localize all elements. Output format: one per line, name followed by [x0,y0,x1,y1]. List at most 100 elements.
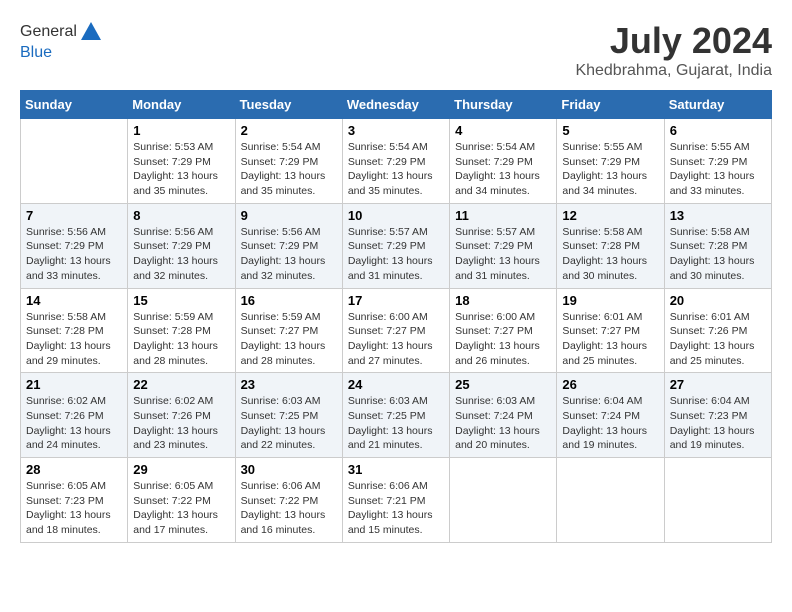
calendar-cell: 21 Sunrise: 6:02 AM Sunset: 7:26 PM Dayli… [21,373,128,458]
weekday-header: Wednesday [342,91,449,119]
day-number: 9 [241,208,337,223]
day-number: 2 [241,123,337,138]
calendar-cell: 5 Sunrise: 5:55 AM Sunset: 7:29 PM Daylig… [557,119,664,204]
calendar-cell: 9 Sunrise: 5:56 AM Sunset: 7:29 PM Daylig… [235,203,342,288]
day-info: Sunrise: 6:02 AM Sunset: 7:26 PM Dayligh… [133,394,229,453]
day-number: 28 [26,462,122,477]
calendar-cell: 18 Sunrise: 6:00 AM Sunset: 7:27 PM Dayli… [450,288,557,373]
day-info: Sunrise: 5:54 AM Sunset: 7:29 PM Dayligh… [455,140,551,199]
calendar-cell: 1Sunrise: 5:53 AM Sunset: 7:29 PM Daylig… [128,119,235,204]
day-info: Sunrise: 6:03 AM Sunset: 7:25 PM Dayligh… [348,394,444,453]
day-number: 12 [562,208,658,223]
day-info: Sunrise: 6:00 AM Sunset: 7:27 PM Dayligh… [455,310,551,369]
calendar-cell: 23Sunrise: 6:03 AM Sunset: 7:25 PM Dayli… [235,373,342,458]
calendar-cell: 15 Sunrise: 5:59 AM Sunset: 7:28 PM Dayli… [128,288,235,373]
calendar-cell: 17Sunrise: 6:00 AM Sunset: 7:27 PM Dayli… [342,288,449,373]
day-number: 26 [562,377,658,392]
day-number: 31 [348,462,444,477]
day-number: 21 [26,377,122,392]
day-info: Sunrise: 6:03 AM Sunset: 7:24 PM Dayligh… [455,394,551,453]
calendar-week-row: 14 Sunrise: 5:58 AM Sunset: 7:28 PM Dayli… [21,288,772,373]
day-info: Sunrise: 5:54 AM Sunset: 7:29 PM Dayligh… [241,140,337,199]
day-info: Sunrise: 5:55 AM Sunset: 7:29 PM Dayligh… [562,140,658,199]
weekday-header: Thursday [450,91,557,119]
calendar-cell: 12 Sunrise: 5:58 AM Sunset: 7:28 PM Dayli… [557,203,664,288]
day-info: Sunrise: 6:00 AM Sunset: 7:27 PM Dayligh… [348,310,444,369]
day-info: Sunrise: 6:01 AM Sunset: 7:27 PM Dayligh… [562,310,658,369]
calendar-cell: 7Sunrise: 5:56 AM Sunset: 7:29 PM Daylig… [21,203,128,288]
calendar-cell: 19 Sunrise: 6:01 AM Sunset: 7:27 PM Dayli… [557,288,664,373]
day-number: 5 [562,123,658,138]
calendar-cell [664,458,771,543]
day-info: Sunrise: 6:03 AM Sunset: 7:25 PM Dayligh… [241,394,337,453]
day-info: Sunrise: 6:06 AM Sunset: 7:21 PM Dayligh… [348,479,444,538]
day-number: 4 [455,123,551,138]
calendar-cell: 16 Sunrise: 5:59 AM Sunset: 7:27 PM Dayli… [235,288,342,373]
day-number: 13 [670,208,766,223]
calendar-week-row: 28 Sunrise: 6:05 AM Sunset: 7:23 PM Dayli… [21,458,772,543]
day-info: Sunrise: 6:02 AM Sunset: 7:26 PM Dayligh… [26,394,122,453]
calendar-cell: 22 Sunrise: 6:02 AM Sunset: 7:26 PM Dayli… [128,373,235,458]
calendar-cell: 14 Sunrise: 5:58 AM Sunset: 7:28 PM Dayli… [21,288,128,373]
calendar-cell: 2 Sunrise: 5:54 AM Sunset: 7:29 PM Daylig… [235,119,342,204]
calendar-cell [557,458,664,543]
day-number: 1 [133,123,229,138]
day-info: Sunrise: 5:57 AM Sunset: 7:29 PM Dayligh… [348,225,444,284]
month-year-title: July 2024 [575,20,772,62]
calendar-cell [21,119,128,204]
day-number: 20 [670,293,766,308]
calendar-cell: 27Sunrise: 6:04 AM Sunset: 7:23 PM Dayli… [664,373,771,458]
day-info: Sunrise: 5:58 AM Sunset: 7:28 PM Dayligh… [670,225,766,284]
calendar-body: 1Sunrise: 5:53 AM Sunset: 7:29 PM Daylig… [21,119,772,543]
day-number: 8 [133,208,229,223]
calendar-cell: 28 Sunrise: 6:05 AM Sunset: 7:23 PM Dayli… [21,458,128,543]
day-number: 24 [348,377,444,392]
calendar-cell: 13 Sunrise: 5:58 AM Sunset: 7:28 PM Dayli… [664,203,771,288]
day-info: Sunrise: 5:55 AM Sunset: 7:29 PM Dayligh… [670,140,766,199]
logo: General Blue [20,20,103,62]
calendar-cell: 8 Sunrise: 5:56 AM Sunset: 7:29 PM Daylig… [128,203,235,288]
day-number: 15 [133,293,229,308]
day-info: Sunrise: 5:58 AM Sunset: 7:28 PM Dayligh… [562,225,658,284]
page-header: General Blue July 2024 Khedbrahma, Gujar… [20,20,772,80]
day-number: 10 [348,208,444,223]
day-number: 16 [241,293,337,308]
day-number: 3 [348,123,444,138]
day-number: 22 [133,377,229,392]
calendar-cell: 4 Sunrise: 5:54 AM Sunset: 7:29 PM Daylig… [450,119,557,204]
day-number: 6 [670,123,766,138]
calendar-cell: 6 Sunrise: 5:55 AM Sunset: 7:29 PM Daylig… [664,119,771,204]
day-number: 30 [241,462,337,477]
weekday-header: Friday [557,91,664,119]
day-info: Sunrise: 5:56 AM Sunset: 7:29 PM Dayligh… [241,225,337,284]
day-number: 18 [455,293,551,308]
day-info: Sunrise: 5:54 AM Sunset: 7:29 PM Dayligh… [348,140,444,199]
day-number: 25 [455,377,551,392]
day-info: Sunrise: 6:05 AM Sunset: 7:23 PM Dayligh… [26,479,122,538]
day-info: Sunrise: 5:57 AM Sunset: 7:29 PM Dayligh… [455,225,551,284]
day-info: Sunrise: 5:58 AM Sunset: 7:28 PM Dayligh… [26,310,122,369]
calendar-cell: 20 Sunrise: 6:01 AM Sunset: 7:26 PM Dayli… [664,288,771,373]
calendar-cell: 29Sunrise: 6:05 AM Sunset: 7:22 PM Dayli… [128,458,235,543]
calendar-cell: 31 Sunrise: 6:06 AM Sunset: 7:21 PM Dayli… [342,458,449,543]
calendar-table: SundayMondayTuesdayWednesdayThursdayFrid… [20,90,772,543]
calendar-cell: 25 Sunrise: 6:03 AM Sunset: 7:24 PM Dayli… [450,373,557,458]
logo-general-text: General [20,23,77,41]
day-info: Sunrise: 5:56 AM Sunset: 7:29 PM Dayligh… [133,225,229,284]
day-info: Sunrise: 5:59 AM Sunset: 7:27 PM Dayligh… [241,310,337,369]
weekday-header: Sunday [21,91,128,119]
day-number: 11 [455,208,551,223]
day-info: Sunrise: 5:59 AM Sunset: 7:28 PM Dayligh… [133,310,229,369]
calendar-week-row: 21 Sunrise: 6:02 AM Sunset: 7:26 PM Dayli… [21,373,772,458]
calendar-cell [450,458,557,543]
calendar-cell: 26Sunrise: 6:04 AM Sunset: 7:24 PM Dayli… [557,373,664,458]
title-block: July 2024 Khedbrahma, Gujarat, India [575,20,772,80]
day-number: 19 [562,293,658,308]
location-subtitle: Khedbrahma, Gujarat, India [575,62,772,80]
calendar-header-row: SundayMondayTuesdayWednesdayThursdayFrid… [21,91,772,119]
day-info: Sunrise: 6:01 AM Sunset: 7:26 PM Dayligh… [670,310,766,369]
day-number: 14 [26,293,122,308]
day-number: 27 [670,377,766,392]
weekday-header: Saturday [664,91,771,119]
calendar-cell: 30Sunrise: 6:06 AM Sunset: 7:22 PM Dayli… [235,458,342,543]
